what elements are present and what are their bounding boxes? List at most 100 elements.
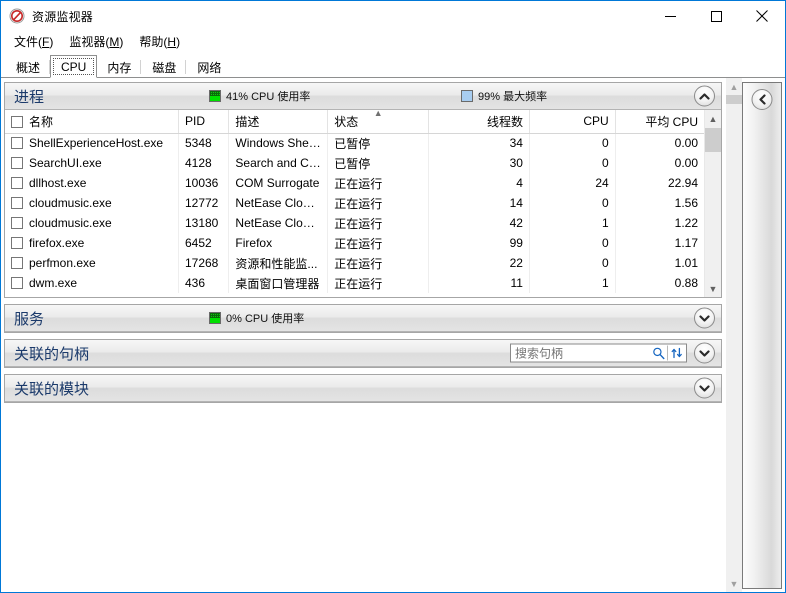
scroll-down-arrow-icon[interactable]: ▼: [705, 280, 721, 297]
cell-threads: 34: [428, 133, 530, 153]
content-scroll-up-arrow-icon[interactable]: ▲: [726, 78, 742, 95]
tab-cpu[interactable]: CPU: [50, 55, 98, 78]
close-button[interactable]: [739, 1, 785, 31]
cell-avg-cpu: 1.01: [674, 256, 698, 270]
empty-content-area: [4, 409, 722, 579]
cell-status: 已暂停: [327, 133, 430, 153]
row-checkbox[interactable]: [11, 277, 23, 289]
max-frequency-label: 99% 最大频率: [478, 91, 548, 103]
cell-status: 已暂停: [327, 153, 430, 173]
table-row[interactable]: SearchUI.exe 4128 Search and Co... 已暂停 3…: [5, 153, 704, 173]
row-checkbox[interactable]: [11, 177, 23, 189]
menu-file-accel: F: [42, 35, 50, 49]
cell-name-label: SearchUI.exe: [29, 156, 102, 170]
cell-pid: 6452: [178, 233, 230, 253]
table-row[interactable]: cloudmusic.exe 13180 NetEase Cloud... 正在…: [5, 213, 704, 233]
services-cpu-usage-label: 0% CPU 使用率: [226, 313, 305, 325]
table-row[interactable]: dwm.exe 436 桌面窗口管理器 正在运行 11 1 0.88: [5, 273, 704, 293]
tab-memory[interactable]: 内存: [96, 56, 143, 78]
cell-description: 桌面窗口管理器: [228, 273, 329, 293]
processes-collapse-button[interactable]: [694, 85, 715, 107]
column-header-pid-label: PID: [184, 114, 205, 129]
column-header-avg-cpu[interactable]: 平均 CPU: [615, 110, 704, 134]
row-checkbox[interactable]: [11, 197, 23, 209]
processes-header[interactable]: 进程 41% CPU 使用率 99% 最大频率: [5, 83, 721, 110]
cell-cpu: 24: [529, 173, 616, 193]
process-table-container: 名称 PID 描述 ▲ 状态 线程数 CPU 平均 CPU ShellExper…: [5, 110, 704, 297]
cell-name: dwm.exe: [5, 273, 179, 293]
cell-threads: 30: [428, 153, 530, 173]
row-checkbox[interactable]: [11, 137, 23, 150]
cell-avg-cpu: 0.00: [674, 136, 698, 151]
table-row[interactable]: ShellExperienceHost.exe 5348 Windows She…: [5, 133, 704, 153]
cell-threads: 4: [428, 173, 530, 193]
select-all-checkbox[interactable]: [11, 115, 23, 128]
table-row[interactable]: perfmon.exe 17268 资源和性能监... 正在运行 22 0 1.…: [5, 253, 704, 273]
cpu-usage-swatch-icon: [209, 90, 221, 102]
scroll-up-arrow-icon[interactable]: ▲: [705, 110, 721, 127]
process-list-scrollbar[interactable]: ▲ ▼: [704, 110, 721, 297]
cell-pid: 4128: [178, 153, 230, 173]
scrollbar-thumb[interactable]: [705, 128, 721, 152]
cell-name: perfmon.exe: [5, 253, 179, 273]
refresh-arrows-icon[interactable]: [668, 345, 686, 362]
column-header-name[interactable]: 名称: [5, 110, 179, 134]
magnifier-icon[interactable]: [649, 345, 667, 362]
cell-description: Search and Co...: [228, 153, 329, 173]
column-header-threads[interactable]: 线程数: [428, 110, 530, 134]
processes-max-frequency-stat: 99% 最大频率: [461, 88, 547, 104]
handle-search-box[interactable]: [510, 343, 687, 363]
cell-name-label: cloudmusic.exe: [29, 196, 112, 210]
column-header-pid[interactable]: PID: [178, 110, 230, 134]
services-header[interactable]: 服务 0% CPU 使用率: [5, 305, 721, 332]
cell-pid: 10036: [178, 173, 230, 193]
cell-cpu: 1: [529, 273, 616, 293]
row-checkbox[interactable]: [11, 237, 23, 249]
menu-help-accel: H: [167, 35, 177, 49]
menu-monitor-accel: M: [109, 35, 120, 49]
cell-threads: 99: [428, 233, 530, 253]
modules-header[interactable]: 关联的模块: [5, 375, 721, 402]
tab-network[interactable]: 网络: [186, 56, 233, 78]
cell-status: 正在运行: [327, 193, 430, 213]
column-header-cpu[interactable]: CPU: [529, 110, 616, 134]
cpu-usage-label: 41% CPU 使用率: [226, 91, 311, 103]
cell-avg-cpu: 1.22: [674, 216, 698, 230]
content-scrollbar[interactable]: ▲ ▼: [725, 78, 742, 592]
window-title: 资源监视器: [32, 9, 94, 24]
search-input[interactable]: [511, 344, 649, 362]
cell-name-label: perfmon.exe: [29, 256, 96, 270]
table-row[interactable]: firefox.exe 6452 Firefox 正在运行 99 0 1.17: [5, 233, 704, 253]
cell-avg-cpu: 0.88: [674, 276, 698, 290]
caption-button-group: [647, 1, 785, 31]
handles-header[interactable]: 关联的句柄: [5, 340, 721, 367]
tab-disk[interactable]: 磁盘: [141, 56, 188, 78]
content-scroll-down-arrow-icon[interactable]: ▼: [726, 575, 742, 592]
cell-avg-cpu: 1.56: [674, 196, 698, 210]
row-checkbox[interactable]: [11, 217, 23, 229]
row-checkbox[interactable]: [11, 257, 23, 269]
chevron-left-icon: [758, 94, 766, 105]
services-expand-button[interactable]: [694, 307, 715, 329]
cell-pid: 5348: [178, 133, 230, 153]
minimize-button[interactable]: [647, 1, 693, 31]
column-header-threads-label: 线程数: [486, 114, 523, 129]
menu-file-label: 文件: [14, 35, 39, 49]
cell-status: 正在运行: [327, 233, 430, 253]
table-row[interactable]: dllhost.exe 10036 COM Surrogate 正在运行 4 2…: [5, 173, 704, 193]
maximize-button[interactable]: [693, 1, 739, 31]
cell-description: Firefox: [228, 233, 329, 253]
graph-panel-toggle-button[interactable]: [751, 89, 773, 110]
menu-help[interactable]: 帮助(H): [132, 31, 187, 52]
row-checkbox[interactable]: [11, 157, 23, 169]
tab-overview[interactable]: 概述: [5, 56, 52, 78]
handles-expand-button[interactable]: [694, 342, 715, 364]
menu-file[interactable]: 文件(F): [7, 31, 60, 52]
modules-expand-button[interactable]: [694, 377, 715, 399]
column-header-description[interactable]: 描述: [228, 110, 329, 134]
content-scrollbar-thumb[interactable]: [726, 95, 742, 104]
column-header-status[interactable]: ▲ 状态: [327, 110, 430, 134]
menu-monitor-label: 监视器: [69, 35, 106, 49]
table-row[interactable]: cloudmusic.exe 12772 NetEase Cloud... 正在…: [5, 193, 704, 213]
menu-monitor[interactable]: 监视器(M): [62, 31, 130, 52]
